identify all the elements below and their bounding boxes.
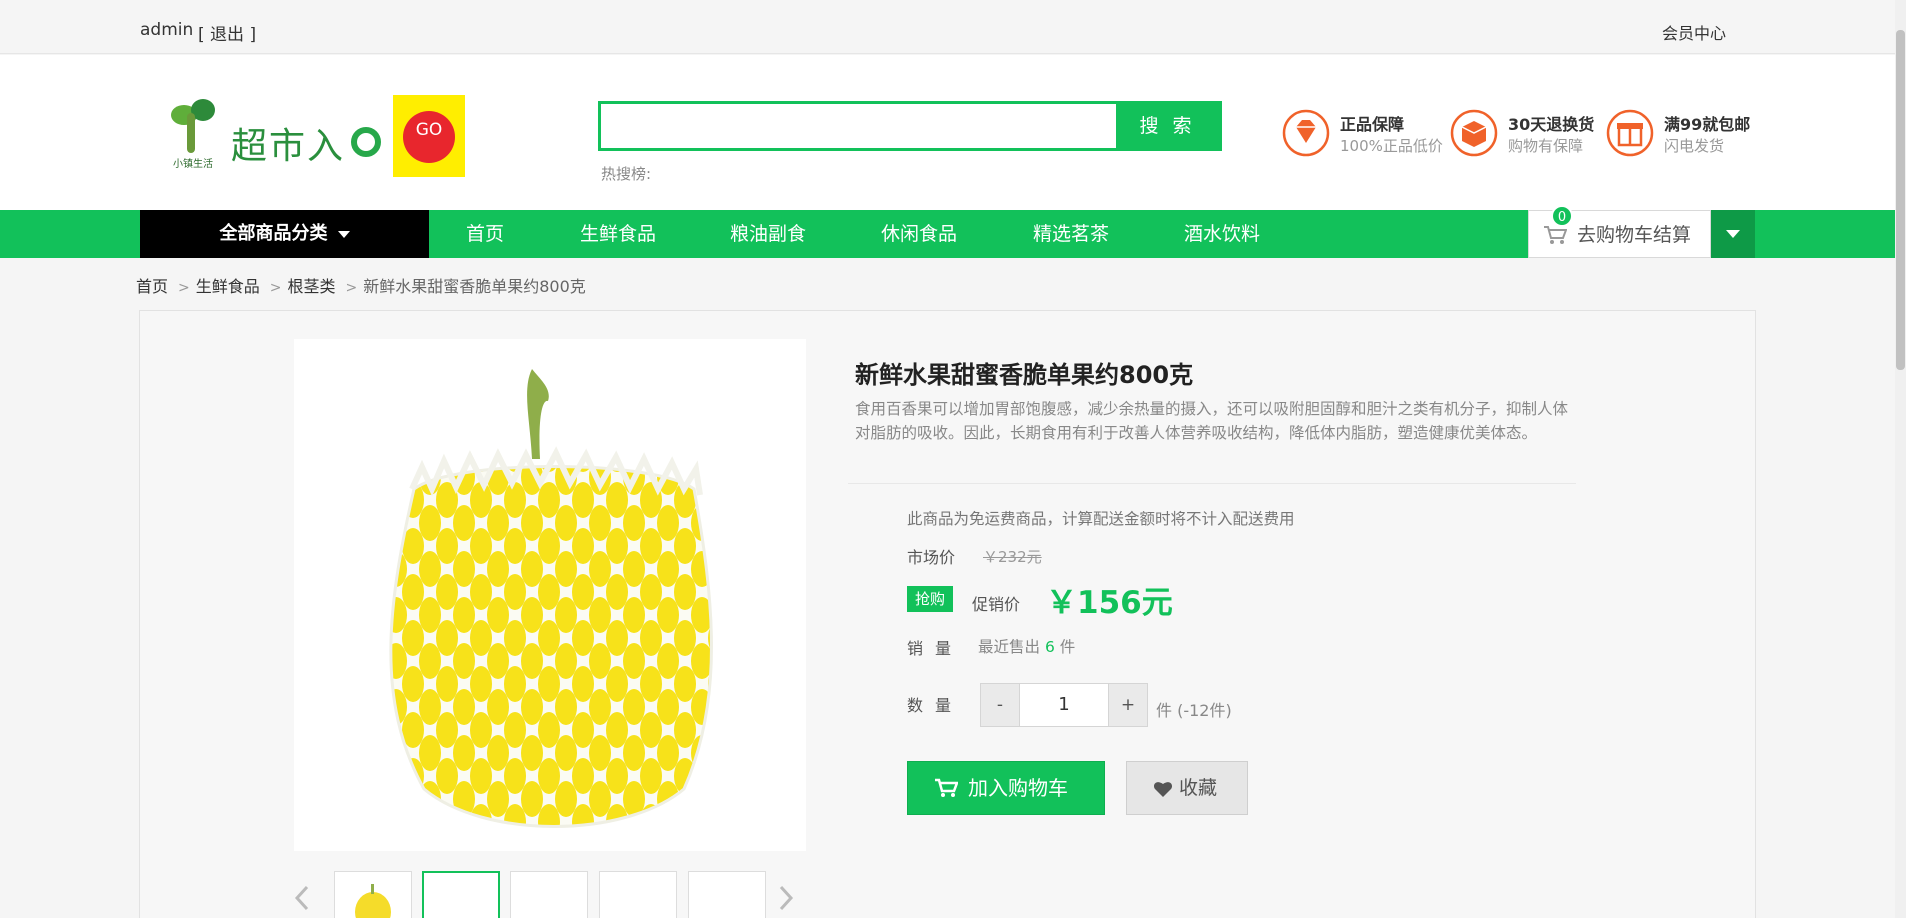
cart-icon <box>935 778 958 797</box>
box-icon <box>1450 109 1498 157</box>
breadcrumb-category[interactable]: 生鲜食品 <box>196 273 260 297</box>
sales-unit: 件 <box>1059 638 1076 656</box>
breadcrumb-current: 新鲜水果甜蜜香脆单果约800克 <box>363 277 586 296</box>
product-title: 新鲜水果甜蜜香脆单果约800克 <box>855 361 1194 389</box>
thumbnail[interactable] <box>688 871 766 918</box>
fruit-thumbnail-image <box>355 884 391 918</box>
divider <box>848 483 1576 484</box>
cart-dropdown-toggle[interactable] <box>1711 210 1755 258</box>
username: admin <box>140 20 194 40</box>
cart-label: 去购物车结算 <box>1577 224 1692 246</box>
market-price: ￥232元 <box>983 548 1042 566</box>
logo-go-badge: GO <box>393 95 465 177</box>
search-input[interactable] <box>601 104 1119 148</box>
promise-title: 正品保障 <box>1340 115 1405 134</box>
site-logo[interactable]: 小镇生活 超市入 GO <box>165 95 465 177</box>
chevron-right-icon: > <box>178 280 190 296</box>
cart-count-badge: 0 <box>1551 205 1573 227</box>
page-scrollbar-thumb[interactable] <box>1896 30 1905 370</box>
sales-label: 销量 <box>907 639 964 658</box>
breadcrumb-home[interactable]: 首页 <box>136 273 168 297</box>
chevron-right-icon: > <box>345 280 358 296</box>
product-description: 食用百香果可以增加胃部饱腹感，减少余热量的摄入，还可以吸附胆固醇和胆汁之类有机分… <box>855 400 1569 442</box>
cart-icon <box>1544 226 1567 244</box>
nav-item-grain-oil[interactable]: 粮油副食 <box>730 210 806 258</box>
thumbnail[interactable] <box>599 871 677 918</box>
breadcrumb-subcategory[interactable]: 根茎类 <box>288 273 336 297</box>
promise-genuine: 正品保障 100%正品低价 <box>1282 107 1452 163</box>
logo-ring-icon <box>351 127 381 157</box>
diamond-icon <box>1282 109 1330 157</box>
sales-prefix: 最近售出 <box>978 638 1041 656</box>
logo-name: 超市入 <box>231 126 346 167</box>
quantity-stepper: - 1 + <box>980 683 1150 727</box>
nav-item-fresh[interactable]: 生鲜食品 <box>580 210 656 258</box>
main-nav: 全部商品分类 首页 生鲜食品 粮油副食 休闲食品 精选茗茶 酒水饮料 0 去购物… <box>0 205 1895 258</box>
nav-item-drinks[interactable]: 酒水饮料 <box>1184 210 1260 258</box>
breadcrumb: 首页 > 生鲜食品 > 根茎类 > 新鲜水果甜蜜香脆单果约800克 <box>136 273 586 297</box>
nav-item-snacks[interactable]: 休闲食品 <box>881 210 957 258</box>
search-button[interactable]: 搜 索 <box>1116 104 1219 148</box>
product-panel: 新鲜水果甜蜜香脆单果约800克 食用百香果可以增加胃部饱腹感，减少余热量的摄入，… <box>139 310 1756 918</box>
thumbnail[interactable] <box>510 871 588 918</box>
nav-item-home[interactable]: 首页 <box>466 210 504 258</box>
heart-icon <box>1153 782 1173 797</box>
fruit-image <box>389 369 713 828</box>
promise-title: 满99就包邮 <box>1664 115 1751 134</box>
sales-count: 6 <box>1044 638 1055 656</box>
hot-search-label: 热搜榜: <box>601 165 652 183</box>
thumbnail[interactable] <box>334 871 412 918</box>
search-box: 搜 索 <box>598 101 1222 151</box>
logo-brand-text: 小镇生活 <box>173 159 213 170</box>
nav-item-tea[interactable]: 精选茗茶 <box>1033 210 1109 258</box>
add-to-cart-label: 加入购物车 <box>968 776 1068 800</box>
member-center-link[interactable]: 会员中心 <box>1662 20 1726 44</box>
promise-subtitle: 100%正品低价 <box>1340 137 1443 155</box>
promise-subtitle: 闪电发货 <box>1664 137 1725 155</box>
quantity-input[interactable]: 1 <box>1020 683 1108 727</box>
quantity-increase-button[interactable]: + <box>1108 683 1148 727</box>
thumbnail[interactable] <box>422 871 500 918</box>
top-bar: admin [ 退出 ] 会员中心 <box>0 0 1895 54</box>
gift-icon <box>1606 109 1654 157</box>
logout-link[interactable]: [ 退出 ] <box>198 20 256 45</box>
thumbnail-strip <box>294 871 824 918</box>
rush-buy-badge: 抢购 <box>907 586 953 612</box>
chevron-left-icon[interactable] <box>294 885 310 911</box>
chevron-right-icon[interactable] <box>778 885 794 911</box>
all-categories-button[interactable]: 全部商品分类 <box>140 210 429 258</box>
caret-down-icon <box>1726 230 1740 238</box>
promo-price-label: 促销价 <box>972 595 1021 614</box>
go-badge-text: GO <box>403 111 455 163</box>
promise-subtitle: 购物有保障 <box>1508 137 1584 155</box>
promise-shipping: 满99就包邮 闪电发货 <box>1606 107 1756 163</box>
quantity-unit: 件 (-12件) <box>1156 701 1232 720</box>
promo-price: ￥156元 <box>1046 585 1173 621</box>
favorite-label: 收藏 <box>1179 777 1218 799</box>
chevron-right-icon: > <box>269 280 282 296</box>
market-price-label: 市场价 <box>907 548 956 567</box>
add-to-cart-button[interactable]: 加入购物车 <box>907 761 1105 815</box>
logo-tree-icon: 小镇生活 <box>165 99 221 170</box>
free-shipping-note: 此商品为免运费商品，计算配送金额时将不计入配送费用 <box>907 510 1295 528</box>
sales-info: 最近售出 6 件 <box>978 635 1075 657</box>
quantity-label: 数量 <box>907 696 964 715</box>
header: 小镇生活 超市入 GO 搜 索 热搜榜: 正品保障 100%正品低价 30天退换… <box>0 55 1895 210</box>
caret-down-icon <box>337 230 350 238</box>
cart-button[interactable]: 0 去购物车结算 <box>1528 205 1711 258</box>
all-categories-label: 全部商品分类 <box>219 223 328 244</box>
promise-return: 30天退换货 购物有保障 <box>1450 107 1600 163</box>
favorite-button[interactable]: 收藏 <box>1126 761 1248 815</box>
product-main-image[interactable] <box>294 339 806 851</box>
quantity-decrease-button[interactable]: - <box>980 683 1020 727</box>
promise-title: 30天退换货 <box>1508 115 1595 134</box>
